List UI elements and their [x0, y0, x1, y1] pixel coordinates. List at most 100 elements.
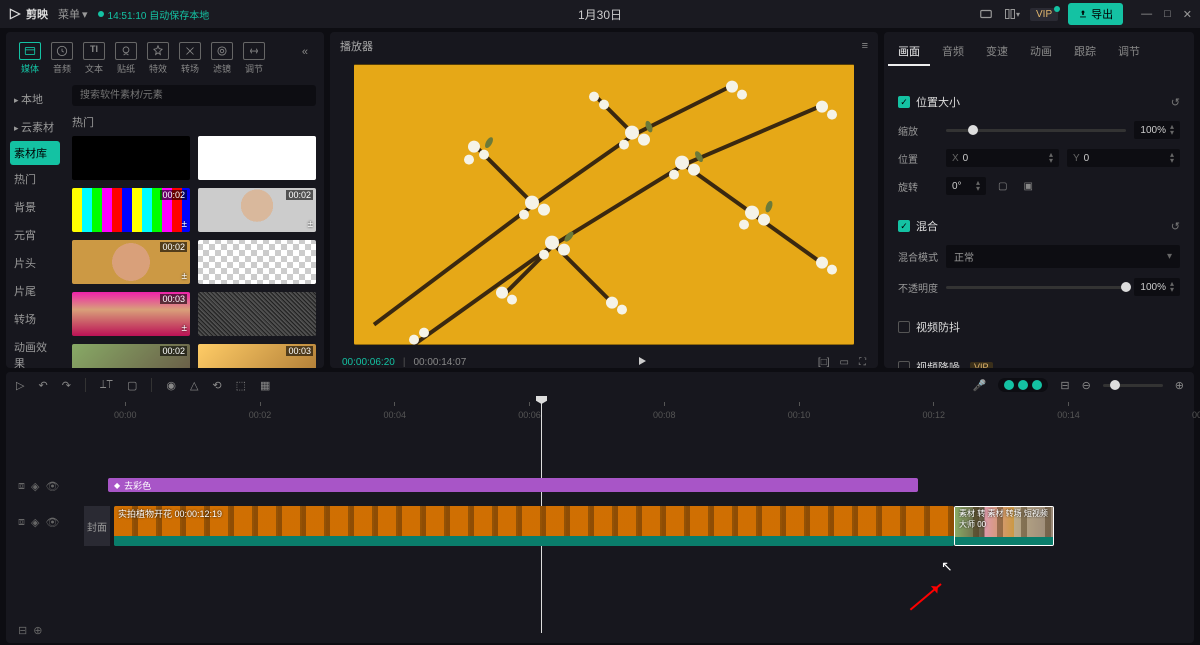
lock-icon[interactable]: ⧈: [18, 516, 25, 529]
stabilize-checkbox[interactable]: [898, 321, 910, 333]
sidebar-item-5[interactable]: 元宵: [6, 221, 64, 249]
original-ratio-icon[interactable]: [□]: [818, 357, 830, 368]
vip-badge[interactable]: VIP: [1030, 8, 1058, 21]
visible-icon[interactable]: ◈: [31, 480, 39, 493]
zoom-in-icon[interactable]: ⊕: [1175, 379, 1184, 392]
cover-button[interactable]: 封面: [84, 506, 110, 546]
delete-left-icon[interactable]: ▢: [127, 379, 137, 392]
tool-tab-1[interactable]: 音频: [46, 38, 78, 79]
position-x-input[interactable]: X0▴▾: [946, 149, 1059, 167]
sidebar-item-8[interactable]: 转场: [6, 305, 64, 333]
minimize-button[interactable]: —: [1141, 8, 1152, 21]
preview-axis-icon[interactable]: ⊟: [1060, 379, 1069, 392]
collapse-tracks-icon[interactable]: ⊟: [18, 624, 27, 637]
mirror-h-icon[interactable]: ▢: [994, 181, 1011, 192]
blend-mode-label: 混合模式: [898, 249, 938, 264]
denoise-checkbox[interactable]: [898, 361, 910, 368]
rotate-icon[interactable]: ⟲: [212, 379, 221, 392]
crop-icon[interactable]: ⬚: [236, 379, 246, 392]
props-tab-2[interactable]: 变速: [976, 38, 1018, 66]
props-tab-3[interactable]: 动画: [1020, 38, 1062, 66]
timeline[interactable]: 00:0000:0200:0400:0600:0800:1000:1200:14…: [6, 398, 1194, 643]
scale-value[interactable]: 100%▴▾: [1134, 121, 1180, 139]
blend-mode-select[interactable]: 正常▾: [946, 245, 1180, 268]
zoom-out-icon[interactable]: ⊖: [1082, 379, 1091, 392]
freeze-icon[interactable]: ◉: [166, 379, 176, 392]
opacity-slider[interactable]: [946, 286, 1126, 289]
video-clip-1[interactable]: 实拍植物开花 00:00:12:19: [114, 506, 954, 546]
ruler-tick: 00:12: [923, 402, 946, 420]
media-thumbnail-4[interactable]: 00:02±: [72, 240, 190, 284]
media-thumbnail-7[interactable]: [198, 292, 316, 336]
props-tab-0[interactable]: 画面: [888, 38, 930, 66]
media-thumbnail-9[interactable]: 00:03: [198, 344, 316, 368]
layout-icon[interactable]: ▾: [1004, 6, 1020, 22]
pos-size-checkbox[interactable]: ✓: [898, 96, 910, 108]
sidebar-item-1[interactable]: 云素材: [6, 113, 64, 141]
media-thumbnail-1[interactable]: [198, 136, 316, 180]
mirror-icon[interactable]: △: [190, 379, 198, 392]
sidebar-item-4[interactable]: 背景: [6, 193, 64, 221]
props-tab-4[interactable]: 跟踪: [1064, 38, 1106, 66]
split-icon[interactable]: ⟘⟙: [100, 379, 113, 392]
maximize-button[interactable]: □: [1164, 8, 1171, 21]
timeline-ruler[interactable]: 00:0000:0200:0400:0600:0800:1000:1200:14…: [84, 402, 1194, 420]
mute-icon[interactable]: ◈: [31, 516, 39, 529]
ratio-icon[interactable]: ▭: [840, 357, 849, 368]
mirror-v-icon[interactable]: ▣: [1019, 181, 1036, 192]
cursor-tool-icon[interactable]: ▷: [16, 379, 24, 392]
preview-menu-icon[interactable]: ≡: [862, 40, 868, 52]
eye-icon[interactable]: 👁: [45, 516, 59, 529]
pos-size-reset-icon[interactable]: ↺: [1171, 96, 1180, 109]
sidebar-item-6[interactable]: 片头: [6, 249, 64, 277]
collapse-panel-icon[interactable]: «: [294, 38, 316, 79]
close-button[interactable]: ✕: [1183, 8, 1192, 21]
tool-tab-2[interactable]: TI文本: [78, 38, 110, 79]
eye-icon[interactable]: 👁: [45, 480, 59, 493]
media-thumbnail-2[interactable]: 00:02±: [72, 188, 190, 232]
shortcuts-icon[interactable]: [978, 6, 994, 22]
video-clip-2[interactable]: 素材 转 素材 转场 短视频大师 00: [954, 506, 1054, 546]
undo-icon[interactable]: ↶: [38, 379, 47, 392]
media-thumbnail-0[interactable]: [72, 136, 190, 180]
preview-canvas[interactable]: [354, 64, 854, 345]
redo-icon[interactable]: ↷: [62, 379, 71, 392]
tool-tab-5[interactable]: 转场: [174, 38, 206, 79]
lock-icon[interactable]: ⧈: [18, 480, 25, 493]
tool-tab-4[interactable]: 特效: [142, 38, 174, 79]
media-thumbnail-5[interactable]: [198, 240, 316, 284]
props-tab-1[interactable]: 音频: [932, 38, 974, 66]
position-y-input[interactable]: Y0▴▾: [1067, 149, 1180, 167]
blend-reset-icon[interactable]: ↺: [1171, 220, 1180, 233]
mask-icon[interactable]: ▦: [260, 379, 270, 392]
search-input[interactable]: [72, 85, 316, 106]
sidebar-item-3[interactable]: 热门: [6, 165, 64, 193]
autosave-status: 14:51:10 自动保存本地: [98, 7, 210, 22]
sidebar-item-9[interactable]: 动画效果: [6, 333, 64, 368]
sidebar-item-2[interactable]: 素材库: [10, 141, 60, 165]
blend-checkbox[interactable]: ✓: [898, 220, 910, 232]
add-track-icon[interactable]: ⊕: [33, 624, 42, 637]
opacity-value[interactable]: 100%▴▾: [1134, 278, 1180, 296]
tool-tab-7[interactable]: 调节: [238, 38, 270, 79]
media-thumbnail-6[interactable]: 00:03±: [72, 292, 190, 336]
tool-tab-0[interactable]: 媒体: [14, 38, 46, 79]
scale-slider[interactable]: [946, 129, 1126, 132]
media-thumbnail-8[interactable]: 00:02: [72, 344, 190, 368]
adjustment-clip[interactable]: 去彩色: [108, 478, 918, 492]
magnet-toggle[interactable]: [998, 378, 1048, 392]
menu-dropdown[interactable]: 菜单 ▾: [58, 6, 88, 22]
tool-tab-6[interactable]: 滤镜: [206, 38, 238, 79]
tool-tab-3[interactable]: 贴纸: [110, 38, 142, 79]
media-thumbnail-3[interactable]: 00:02±: [198, 188, 316, 232]
zoom-slider[interactable]: [1103, 384, 1163, 387]
rotation-input[interactable]: 0°▴▾: [946, 177, 986, 195]
export-button[interactable]: 导出: [1068, 3, 1123, 25]
fullscreen-icon[interactable]: ⛶: [859, 357, 866, 368]
sidebar-item-7[interactable]: 片尾: [6, 277, 64, 305]
props-tab-5[interactable]: 调节: [1108, 38, 1150, 66]
play-button[interactable]: [636, 355, 648, 370]
mic-icon[interactable]: 🎤: [973, 379, 987, 392]
document-title: 1月30日: [578, 6, 622, 23]
sidebar-item-0[interactable]: 本地: [6, 85, 64, 113]
